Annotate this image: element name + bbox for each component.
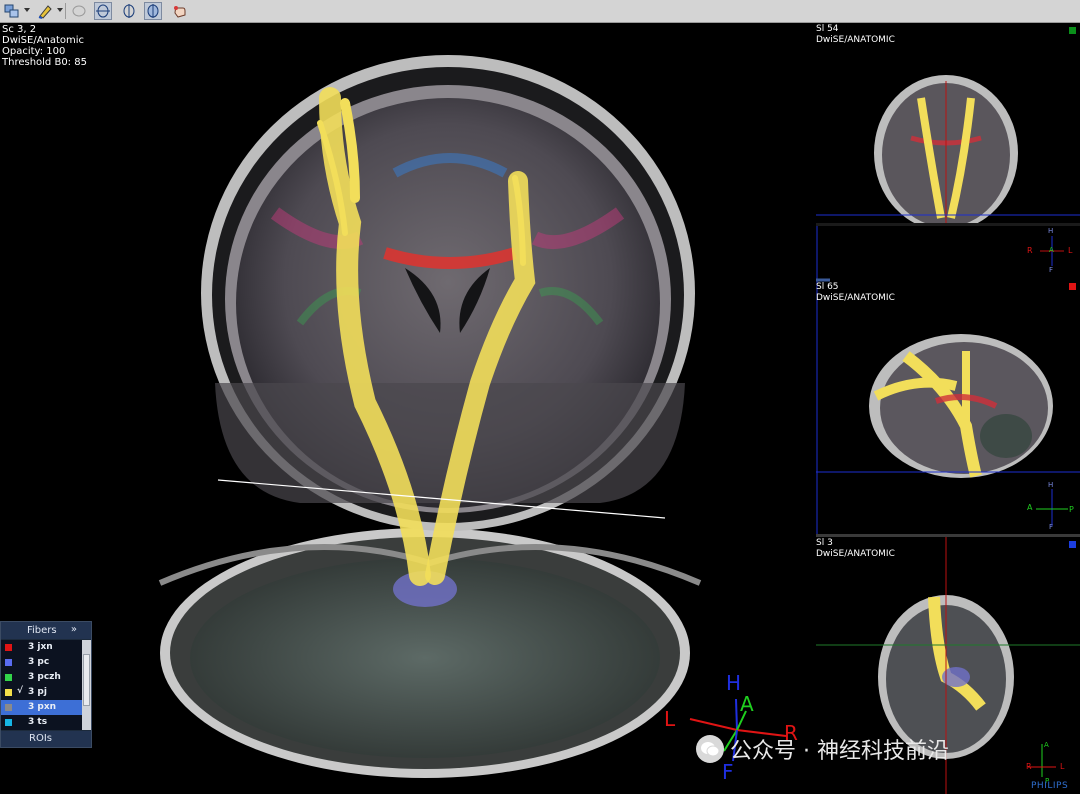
pane-orient-h: H [1048, 227, 1054, 235]
toolbar [0, 0, 1080, 23]
pane-orient-l: L [1068, 246, 1073, 255]
fiber-item-pj[interactable]: √ 3 pj [1, 685, 82, 700]
threshold-readout: Threshold B0: 85 [2, 57, 87, 68]
series-index: Sc 3, 2 [2, 24, 37, 35]
layout-dropdown-icon[interactable] [24, 8, 30, 12]
visibility-checkmark-icon[interactable]: √ [17, 686, 23, 696]
fiber-color-swatch[interactable] [5, 644, 12, 651]
pane-series-label: DwiSE/ANATOMIC [816, 293, 895, 303]
watermark: 公众号 · 神经科技前沿 [696, 733, 949, 765]
main-3d-viewport[interactable]: Sc 3, 2 DwiSE/Anatomic Opacity: 100 Thre… [0, 23, 813, 794]
wechat-icon [696, 735, 724, 763]
rois-label: ROIs [29, 733, 52, 744]
orient-l-label: L [664, 707, 676, 731]
scrollbar-thumb[interactable] [83, 654, 90, 706]
pane-orient-a: A [1027, 503, 1033, 512]
sagittal-pane[interactable]: H R L A F Sl 65 DwiSE/ANATOMIC H A P F [816, 226, 1080, 534]
fibers-panel: Fibers » 3 jxn 3 pc 3 pczh √ 3 pj 3 pxn … [0, 621, 92, 748]
layout-icon[interactable] [3, 2, 21, 20]
fiber-item-label: 3 pj [28, 687, 47, 697]
annotate-pen-icon[interactable] [36, 2, 54, 20]
pane-color-marker [1069, 283, 1076, 290]
pane-orient-f: F [1049, 523, 1054, 531]
fibers-panel-title: Fibers [27, 625, 57, 636]
roi-ellipse-icon[interactable] [70, 2, 88, 20]
fiber-item-jxn[interactable]: 3 jxn [1, 640, 82, 655]
fiber-item-label: 3 pczh [28, 672, 61, 682]
watermark-text: 公众号 · 神经科技前沿 [730, 739, 949, 764]
fiber-item-pxn[interactable]: 3 pxn [1, 700, 82, 715]
fiber-color-swatch[interactable] [5, 659, 12, 666]
orient-h-label: H [726, 671, 742, 695]
annotate-dropdown-icon[interactable] [57, 8, 63, 12]
coronal-brain-image [158, 55, 787, 778]
fiber-color-swatch[interactable] [5, 674, 12, 681]
image-info-overlay: Sc 3, 2 DwiSE/Anatomic Opacity: 100 Thre… [2, 24, 87, 68]
fiber-item-label: 3 ts [28, 717, 48, 727]
coronal-thumbnail-image [816, 75, 1080, 223]
pane-orient-axes-icon-3 [1028, 744, 1056, 777]
pane-orient-p: P [1069, 505, 1074, 514]
fiber-item-label: 3 pxn [28, 702, 57, 712]
series-name: DwiSE/Anatomic [2, 35, 85, 46]
rois-section-header[interactable]: ROIs [1, 731, 91, 747]
pan-hand-icon[interactable] [170, 2, 188, 20]
axial-view-icon[interactable] [94, 2, 112, 20]
pane-orient-l: L [1060, 762, 1065, 771]
pane-orient-r: R [1027, 246, 1033, 255]
pane-orient-a: A [1044, 741, 1049, 749]
pane-orient-r: R [1026, 762, 1032, 771]
opacity-readout: Opacity: 100 [2, 46, 66, 57]
pane-orient-center: A [1049, 246, 1054, 254]
fiber-color-swatch[interactable] [5, 704, 12, 711]
fibers-panel-header[interactable]: Fibers » [1, 622, 91, 639]
fiber-list: 3 jxn 3 pc 3 pczh √ 3 pj 3 pxn 3 ts [1, 640, 82, 730]
fiber-color-swatch[interactable] [5, 719, 12, 726]
orient-a-label: A [740, 692, 754, 716]
fiber-list-scrollbar[interactable] [82, 640, 91, 730]
pane-orient-axes-icon-2 [1036, 489, 1068, 526]
fiber-item-pc[interactable]: 3 pc [1, 655, 82, 670]
coronal-pane[interactable]: Sl 54 DwiSE/ANATOMIC [816, 23, 1080, 223]
fiber-item-label: 3 pc [28, 657, 50, 667]
expand-panel-icon[interactable]: » [71, 624, 77, 635]
pane-orient-h: H [1048, 481, 1054, 489]
fiber-item-pczh[interactable]: 3 pczh [1, 670, 82, 685]
coronal-view-icon[interactable] [144, 2, 162, 20]
fiber-color-swatch[interactable] [5, 689, 12, 696]
pane-orient-f: F [1049, 266, 1054, 274]
fiber-item-label: 3 jxn [28, 642, 53, 652]
pane-slice-label: Sl 65 [816, 282, 839, 292]
brand-logo: PHILIPS [1031, 781, 1069, 791]
sagittal-view-icon[interactable] [120, 2, 138, 20]
fiber-item-ts[interactable]: 3 ts [1, 715, 82, 730]
sagittal-image [816, 226, 1080, 534]
